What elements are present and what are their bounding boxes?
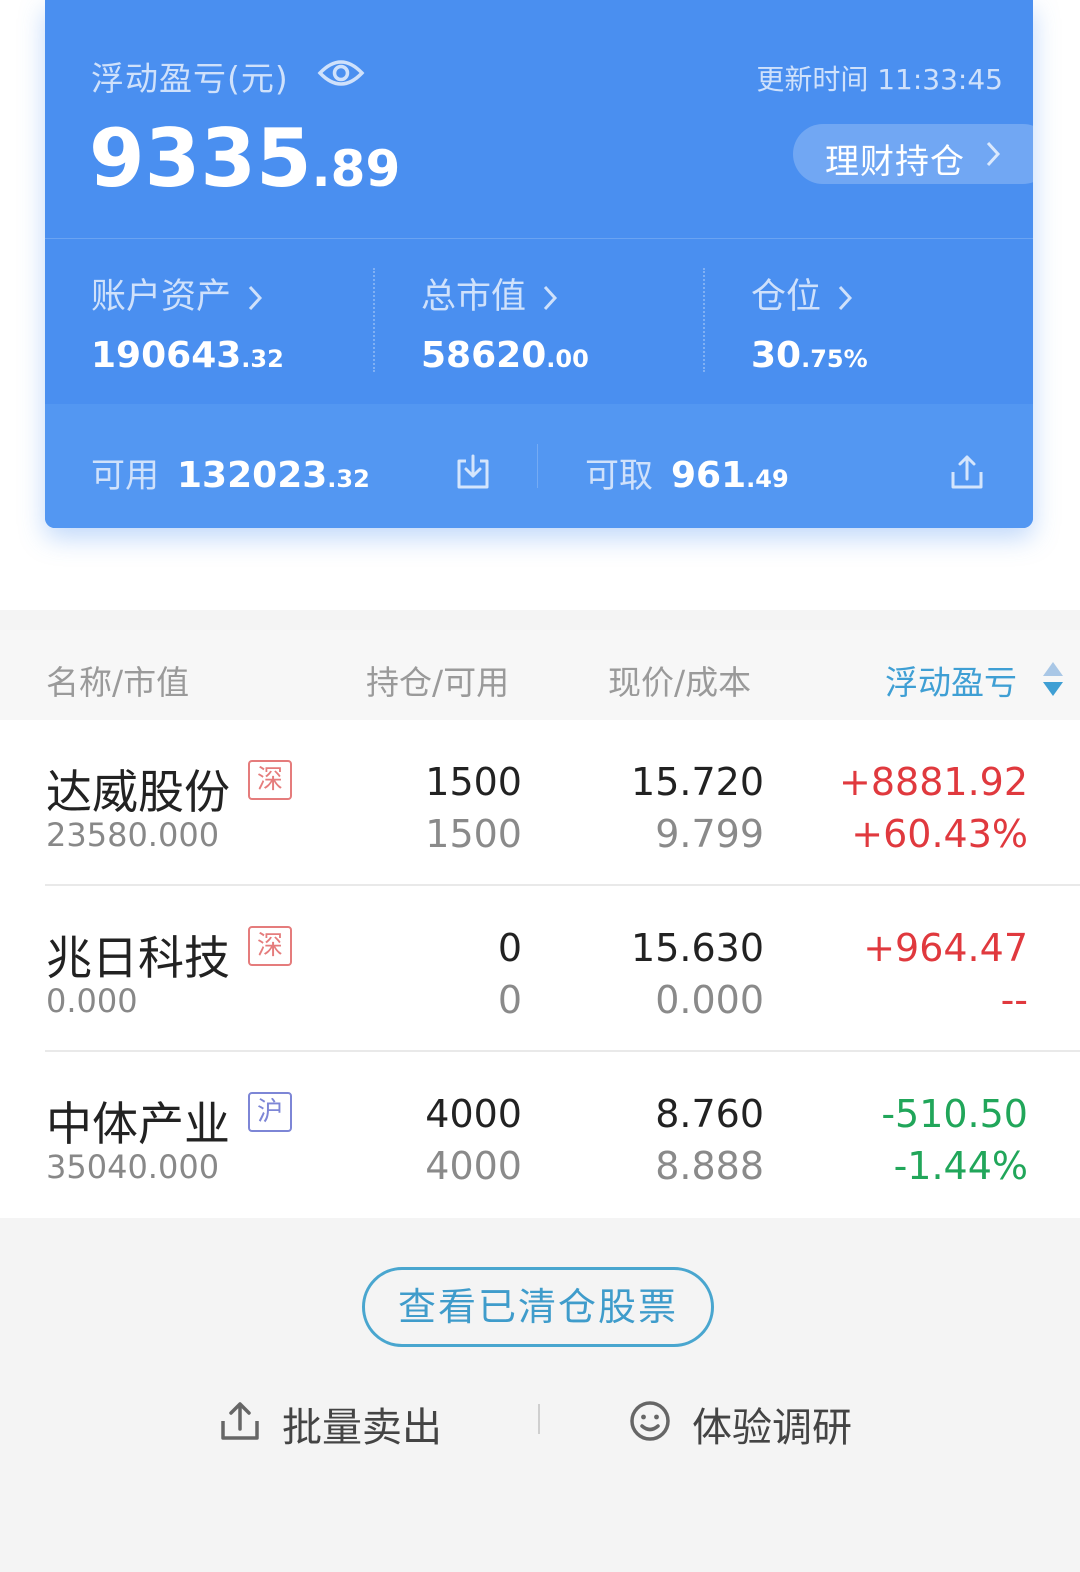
position-qty: 4000: [425, 1092, 522, 1136]
stat-divider: [373, 268, 375, 372]
survey-label: 体验调研: [692, 1405, 852, 1451]
cost-price: 8.888: [655, 1144, 764, 1188]
available-label: 可用: [91, 456, 159, 496]
market-value: 0.000: [46, 982, 138, 1020]
stock-name: 兆日科技: [46, 931, 230, 985]
chevron-right-icon: [838, 285, 853, 311]
position-qty: 0: [497, 926, 522, 970]
header-name-market-value[interactable]: 名称/市值: [46, 656, 189, 704]
chevron-right-icon: [248, 285, 263, 311]
current-price: 8.760: [655, 1092, 764, 1136]
position-ratio-value: 30.75%: [751, 335, 868, 376]
eye-icon[interactable]: [317, 56, 365, 90]
withdrawable-funds: 可取 961.49: [585, 448, 789, 497]
account-summary-card: 浮动盈亏(元) 更新时间 11:33:45 9335.89 理财持仓 账户资产 …: [45, 0, 1033, 528]
position-ratio-stat[interactable]: 仓位 30.75%: [751, 268, 868, 376]
market-value: 35040.000: [46, 1148, 220, 1186]
funds-divider: [537, 444, 538, 488]
batch-sell-label: 批量卖出: [282, 1405, 442, 1451]
floating-pl-amount: -510.50: [881, 1092, 1028, 1136]
table-row[interactable]: 达威股份 深 23580.000 1500 1500 15.720 9.799 …: [0, 720, 1080, 886]
total-market-value-stat[interactable]: 总市值 58620.00: [421, 268, 589, 376]
header-floating-pl[interactable]: 浮动盈亏: [885, 656, 1017, 704]
available-qty: 0: [497, 978, 522, 1022]
table-row[interactable]: 中体产业 沪 35040.000 4000 4000 8.760 8.888 -…: [0, 1052, 1080, 1218]
sort-icon[interactable]: [1040, 660, 1066, 698]
header-position-available[interactable]: 持仓/可用: [366, 656, 509, 704]
action-divider: [538, 1404, 540, 1434]
smiley-icon: [630, 1401, 670, 1441]
card-divider: [45, 238, 1033, 239]
floating-pl-label: 浮动盈亏(元): [91, 59, 289, 98]
floating-pl-amount: +964.47: [863, 926, 1028, 970]
download-icon[interactable]: [453, 452, 493, 492]
total-market-value-value: 58620.00: [421, 335, 589, 376]
account-assets-label: 账户资产: [91, 268, 284, 319]
market-badge: 深: [248, 926, 292, 966]
cost-price: 9.799: [655, 812, 764, 856]
upload-icon: [221, 1402, 259, 1440]
holdings-table: 达威股份 深 23580.000 1500 1500 15.720 9.799 …: [0, 720, 1080, 1218]
funds-strip: 可用 132023.32 可取 961.49: [45, 404, 1033, 528]
view-cleared-stocks-button[interactable]: 查看已清仓股票: [362, 1267, 714, 1347]
floating-pl-amount: +8881.92: [839, 760, 1028, 804]
account-assets-value: 190643.32: [91, 335, 284, 376]
total-market-value-label: 总市值: [421, 268, 589, 319]
current-price: 15.720: [631, 760, 764, 804]
market-value: 23580.000: [46, 816, 220, 854]
chevron-right-icon: [543, 285, 558, 311]
withdrawable-label: 可取: [585, 456, 653, 496]
market-badge: 深: [248, 760, 292, 800]
stock-name: 中体产业: [46, 1097, 230, 1151]
available-qty: 4000: [425, 1144, 522, 1188]
floating-pl-percent: +60.43%: [851, 812, 1028, 856]
current-price: 15.630: [631, 926, 764, 970]
available-qty: 1500: [425, 812, 522, 856]
holdings-table-header: 名称/市值 持仓/可用 现价/成本 浮动盈亏: [0, 630, 1080, 720]
update-time: 更新时间 11:33:45: [756, 63, 1003, 96]
floating-pl-value: 9335.89: [89, 112, 400, 205]
withdrawable-value: 961.49: [671, 455, 789, 496]
stock-name: 达威股份: [46, 765, 230, 819]
available-funds: 可用 132023.32: [91, 448, 370, 497]
wealth-holdings-label: 理财持仓: [825, 142, 965, 182]
floating-pl-int: 9335: [89, 112, 312, 205]
table-row[interactable]: 兆日科技 深 0.000 0 0 15.630 0.000 +964.47 --: [0, 886, 1080, 1052]
chevron-right-icon: [986, 141, 1001, 167]
cost-price: 0.000: [655, 978, 764, 1022]
floating-pl-percent: --: [1000, 978, 1028, 1022]
account-assets-stat[interactable]: 账户资产 190643.32: [91, 268, 284, 376]
position-ratio-label: 仓位: [751, 268, 868, 319]
wealth-holdings-button[interactable]: 理财持仓: [793, 124, 1033, 184]
stat-divider: [703, 268, 705, 372]
available-value: 132023.32: [177, 455, 370, 496]
position-qty: 1500: [425, 760, 522, 804]
floating-pl-percent: -1.44%: [893, 1144, 1028, 1188]
header-price-cost[interactable]: 现价/成本: [608, 656, 751, 704]
floating-pl-dec: .89: [311, 140, 401, 198]
upload-icon[interactable]: [947, 452, 987, 492]
market-badge: 沪: [248, 1092, 292, 1132]
